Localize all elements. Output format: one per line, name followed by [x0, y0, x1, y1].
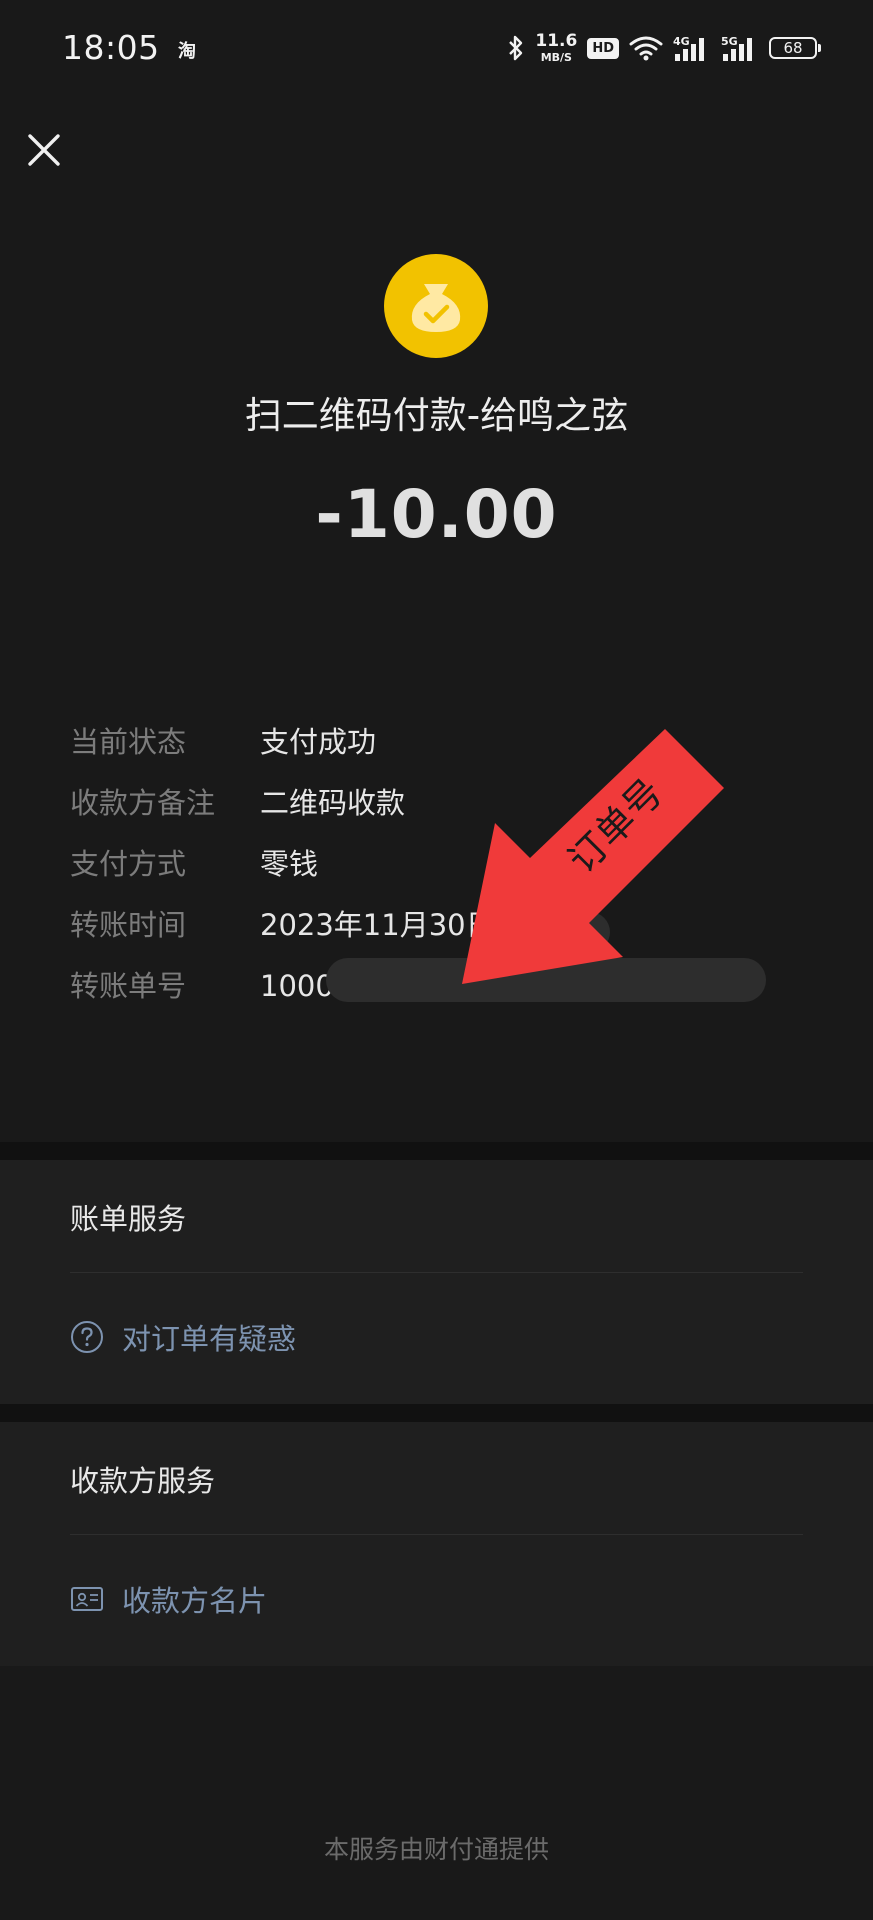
hd-voice-badge: HD [587, 37, 619, 59]
contact-card-icon [71, 1587, 103, 1611]
detail-row-payment-method: 支付方式 零钱 [70, 842, 810, 886]
detail-value: 零钱 [260, 847, 319, 881]
detail-label: 转账时间 [70, 908, 187, 942]
section-separator [70, 1534, 803, 1535]
battery-level: 68 [783, 39, 803, 57]
footer-provider-text: 本服务由财付通提供 [323, 1835, 549, 1864]
detail-label: 转账单号 [70, 969, 187, 1003]
bluetooth-icon [509, 35, 523, 61]
payee-service-section: 收款方服务 收款方名片 [0, 1422, 873, 1666]
status-bar: 18:05 淘 11.6 MB/S HD 4G 5G 68 [0, 0, 873, 100]
detail-row-payee-note: 收款方备注 二维码收款 [70, 781, 810, 825]
wifi-icon [629, 36, 663, 61]
detail-value: 二维码收款 [260, 786, 406, 820]
close-button[interactable] [22, 128, 66, 172]
close-icon [28, 134, 60, 166]
payment-icon [384, 254, 488, 358]
question-circle-icon [71, 1321, 103, 1353]
signal-4g-icon: 4G [673, 35, 704, 61]
order-question-label: 对订单有疑惑 [122, 1322, 297, 1356]
svg-text:4G: 4G [673, 35, 690, 48]
bill-service-section: 账单服务 对订单有疑惑 [0, 1160, 873, 1404]
svg-text:5G: 5G [721, 35, 738, 48]
transaction-title: 扫二维码付款-给鸣之弦 [244, 394, 629, 437]
detail-label: 收款方备注 [70, 786, 216, 820]
detail-label: 当前状态 [70, 725, 187, 759]
detail-row-transfer-time: 转账时间 2023年11月30日 [70, 903, 810, 947]
battery-icon: 68 [769, 37, 821, 59]
payee-card-label: 收款方名片 [122, 1584, 268, 1618]
detail-label: 支付方式 [70, 847, 187, 881]
payee-service-heading: 收款方服务 [70, 1464, 216, 1498]
status-icons: 11.6 MB/S HD 4G 5G 68 [507, 30, 821, 66]
status-time: 18:05 [62, 28, 160, 67]
detail-row-status: 当前状态 支付成功 [70, 720, 810, 764]
detail-value: 支付成功 [260, 725, 377, 759]
transaction-amount: -10.00 [315, 476, 558, 553]
section-divider [0, 1404, 873, 1422]
payee-card-link[interactable]: 收款方名片 [70, 1578, 267, 1620]
section-separator [70, 1272, 803, 1273]
taobao-notification-icon: 淘 [178, 41, 196, 62]
network-speed: 11.6 MB/S [535, 31, 578, 64]
network-speed-unit: MB/S [540, 51, 572, 64]
signal-5g-icon: 5G [721, 35, 752, 61]
money-bag-check-icon [411, 284, 461, 332]
bill-service-heading: 账单服务 [70, 1202, 187, 1236]
section-divider [0, 1142, 873, 1160]
redaction-mark [490, 912, 610, 952]
redaction-mark [326, 958, 766, 1002]
order-question-link[interactable]: 对订单有疑惑 [70, 1316, 296, 1358]
network-speed-value: 11.6 [535, 31, 578, 51]
